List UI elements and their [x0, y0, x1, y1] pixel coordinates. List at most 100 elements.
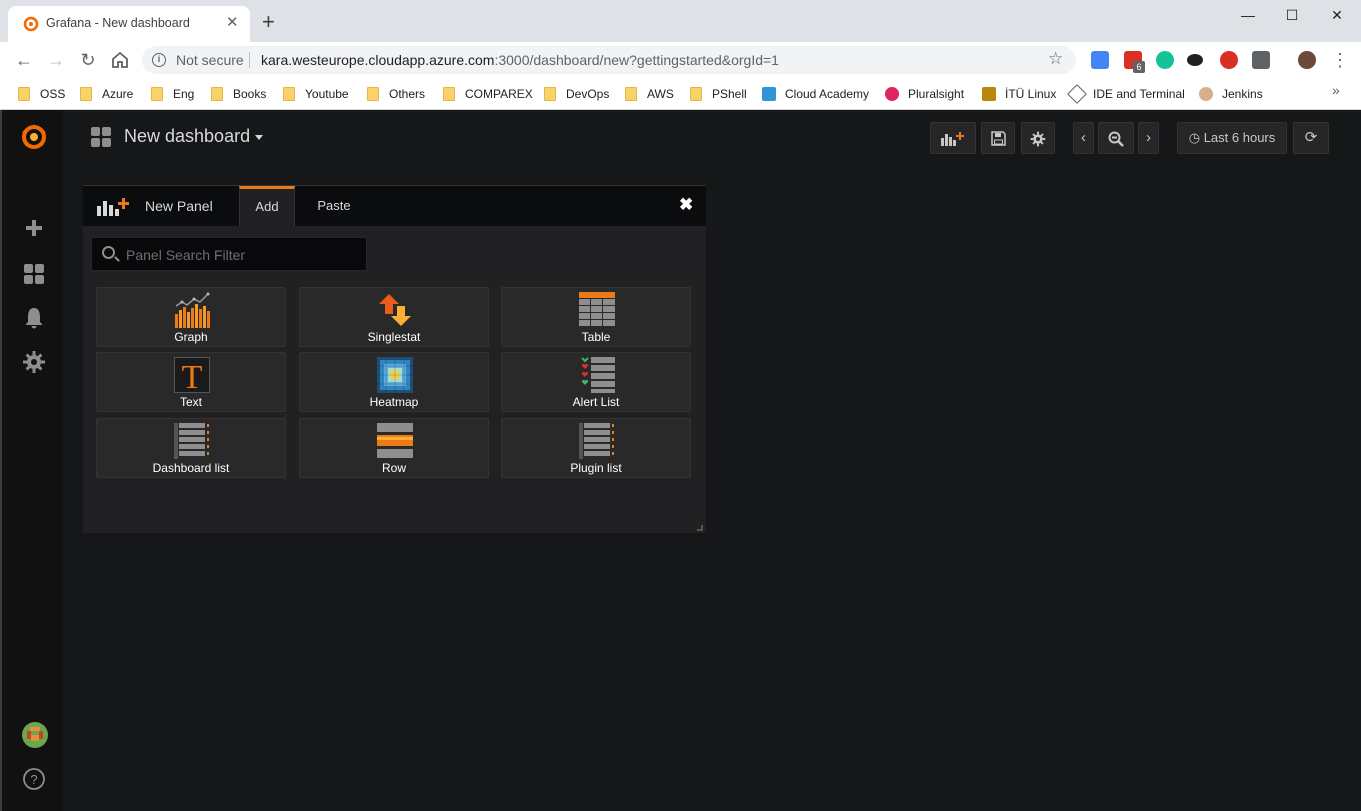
time-back-button[interactable]: ‹: [1073, 122, 1094, 154]
add-panel-title: New Panel: [145, 198, 213, 214]
info-icon[interactable]: i: [152, 53, 166, 67]
grammarly-extension-icon[interactable]: [1156, 51, 1174, 69]
browser-menu-icon[interactable]: ⋮: [1328, 48, 1352, 72]
adblock-extension-icon[interactable]: [1220, 51, 1238, 69]
bookmark-youtube[interactable]: Youtube: [283, 84, 349, 104]
bookmark-label: Cloud Academy: [785, 87, 870, 101]
reload-icon[interactable]: ↻: [76, 48, 100, 72]
bookmark-label: OSS: [40, 87, 66, 101]
address-bar[interactable]: i Not secure kara.westeurope.cloudapp.az…: [142, 46, 1076, 74]
grafana-main: New dashboard ‹ › ◷ Last 6 hours ⟳ New P…: [63, 110, 1361, 811]
tab-close-icon[interactable]: ✕: [226, 14, 239, 32]
bookmark-others[interactable]: Others: [367, 84, 425, 104]
alerting-bell-icon[interactable]: [22, 306, 46, 330]
folder-icon: [80, 87, 92, 101]
panel-card-graph[interactable]: Graph: [96, 287, 286, 347]
user-avatar[interactable]: [21, 721, 49, 749]
bookmark-cloud-academy[interactable]: Cloud Academy: [762, 84, 869, 104]
translate-extension-icon[interactable]: [1091, 51, 1109, 69]
bookmark-itu-linux[interactable]: İTÜ Linux: [982, 84, 1056, 104]
maximize-button[interactable]: ☐: [1278, 4, 1306, 26]
singlestat-icon: [379, 294, 411, 326]
panel-card-label: Dashboard list: [152, 461, 230, 475]
svg-text:?: ?: [30, 772, 37, 787]
dashboard-list-icon: [174, 423, 209, 459]
add-panel: New Panel Add Paste ✖ Graph: [83, 185, 706, 533]
save-dashboard-button[interactable]: [981, 122, 1015, 154]
bookmark-books[interactable]: Books: [211, 84, 266, 104]
cloud-academy-icon: [762, 87, 776, 101]
panel-card-label: Heatmap: [369, 395, 419, 409]
url-text[interactable]: kara.westeurope.cloudapp.azure.com:3000/…: [261, 52, 779, 68]
dashboard-settings-button[interactable]: [1021, 122, 1055, 154]
dashboards-icon[interactable]: [22, 262, 46, 286]
refresh-button[interactable]: ⟳: [1293, 122, 1329, 154]
add-panel-button[interactable]: [930, 122, 976, 154]
panel-card-dashboard-list[interactable]: Dashboard list: [96, 418, 286, 478]
bookmark-label: Pluralsight: [908, 87, 965, 101]
bookmark-star-icon[interactable]: ☆: [1048, 49, 1063, 69]
new-tab-button[interactable]: +: [262, 11, 275, 33]
profile-avatar[interactable]: [1298, 51, 1316, 69]
panel-card-row[interactable]: Row: [299, 418, 489, 478]
panel-card-label: Alert List: [572, 395, 620, 409]
panel-card-plugin-list[interactable]: Plugin list: [501, 418, 691, 478]
panel-search-input[interactable]: [126, 245, 356, 265]
bookmark-jenkins[interactable]: Jenkins: [1199, 84, 1263, 104]
panel-card-alert-list[interactable]: Alert List: [501, 352, 691, 412]
bookmark-pluralsight[interactable]: Pluralsight: [885, 84, 964, 104]
panel-search[interactable]: [91, 237, 367, 271]
bookmark-aws[interactable]: AWS: [625, 84, 674, 104]
pocket-extension-icon[interactable]: [1252, 51, 1270, 69]
new-panel-icon: [97, 198, 129, 216]
resize-handle[interactable]: [697, 525, 703, 531]
panel-card-singlestat[interactable]: Singlestat: [299, 287, 489, 347]
bookmark-label: PShell: [712, 87, 747, 101]
chevron-down-icon[interactable]: [255, 135, 263, 140]
folder-icon: [211, 87, 223, 101]
time-picker-button[interactable]: ◷ Last 6 hours: [1177, 122, 1287, 154]
bookmark-comparex[interactable]: COMPAREX: [443, 84, 533, 104]
itu-icon: [982, 87, 996, 101]
tab-add[interactable]: Add: [239, 186, 295, 226]
search-icon: [102, 246, 115, 259]
home-icon[interactable]: [108, 48, 132, 72]
minimize-button[interactable]: —: [1234, 4, 1262, 26]
browser-toolbar: ← → ↻ i Not secure kara.westeurope.cloud…: [0, 42, 1361, 78]
zoom-out-icon: [1108, 131, 1124, 147]
bookmark-pshell[interactable]: PShell: [690, 84, 747, 104]
bookmark-label: DevOps: [566, 87, 610, 101]
security-label: Not secure: [176, 52, 244, 68]
bookmarks-overflow-icon[interactable]: »: [1332, 82, 1340, 98]
browser-tab[interactable]: Grafana - New dashboard ✕: [8, 6, 250, 42]
bookmark-eng[interactable]: Eng: [151, 84, 194, 104]
panel-card-label: Singlestat: [367, 330, 421, 344]
panel-card-label: Graph: [174, 330, 208, 344]
back-arrow-icon[interactable]: ←: [12, 48, 36, 72]
bookmark-ide-terminal[interactable]: IDE and Terminal: [1067, 84, 1185, 104]
gear-icon: [1030, 131, 1046, 147]
window-close-button[interactable]: ✕: [1323, 4, 1351, 26]
dashboard-title[interactable]: New dashboard: [124, 126, 250, 147]
bookmark-devops[interactable]: DevOps: [544, 84, 609, 104]
bookmark-label: COMPAREX: [465, 87, 533, 101]
browser-tab-title: Grafana - New dashboard: [46, 16, 190, 30]
tab-paste[interactable]: Paste: [305, 186, 363, 226]
fish-extension-icon[interactable]: [1187, 54, 1203, 66]
panel-card-table[interactable]: Table: [501, 287, 691, 347]
bookmark-azure[interactable]: Azure: [80, 84, 133, 104]
bookmark-oss[interactable]: OSS: [18, 84, 65, 104]
add-panel-icon: [941, 132, 964, 146]
panel-card-heatmap[interactable]: Heatmap: [299, 352, 489, 412]
create-plus-icon[interactable]: [22, 216, 46, 240]
panel-card-text[interactable]: T Text: [96, 352, 286, 412]
close-icon[interactable]: ✖: [679, 195, 693, 215]
jenkins-icon: [1199, 87, 1213, 101]
help-icon[interactable]: ?: [22, 767, 46, 791]
grafana-logo-icon[interactable]: [19, 122, 49, 152]
time-forward-button[interactable]: ›: [1138, 122, 1159, 154]
zoom-out-button[interactable]: [1098, 122, 1134, 154]
forward-arrow-icon[interactable]: →: [44, 48, 68, 72]
panel-card-label: Table: [581, 330, 611, 344]
configuration-gear-icon[interactable]: [22, 350, 46, 374]
